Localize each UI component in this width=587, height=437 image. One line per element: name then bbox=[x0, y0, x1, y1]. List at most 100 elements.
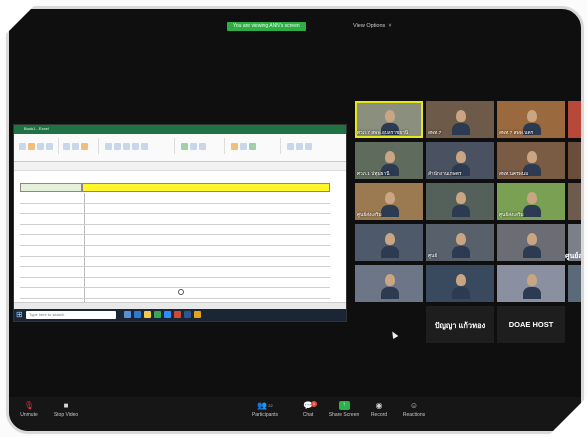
cell[interactable] bbox=[84, 225, 324, 235]
cell[interactable] bbox=[20, 245, 85, 256]
table-row[interactable] bbox=[20, 193, 330, 204]
video-tile[interactable] bbox=[426, 183, 494, 220]
cell[interactable] bbox=[20, 224, 85, 235]
cell[interactable] bbox=[84, 193, 324, 203]
video-tile[interactable]: ศวภ.7 สพพ.อุบลราชธานี bbox=[355, 101, 423, 138]
table-row[interactable] bbox=[20, 203, 330, 215]
cell[interactable] bbox=[20, 288, 85, 298]
video-tile[interactable]: ศวภ.1 ปทุมธานี bbox=[355, 142, 423, 179]
task-view-icon[interactable] bbox=[124, 311, 131, 318]
table-row[interactable] bbox=[20, 224, 330, 236]
cell[interactable] bbox=[20, 193, 85, 203]
app-icon[interactable] bbox=[194, 311, 201, 318]
cell[interactable] bbox=[20, 203, 85, 214]
table-row[interactable] bbox=[20, 214, 330, 225]
video-tile[interactable] bbox=[568, 183, 581, 220]
video-tile-no-video[interactable]: ปัญญา แก้วทอง bbox=[426, 306, 494, 343]
percent-icon[interactable] bbox=[190, 143, 197, 150]
shared-screen[interactable]: Book1 - Excel ⊞ Type here to search bbox=[13, 124, 347, 322]
cell[interactable] bbox=[84, 235, 324, 245]
number-format-icon[interactable] bbox=[181, 143, 188, 150]
record-button[interactable]: ◉ Record bbox=[367, 401, 391, 418]
cell[interactable] bbox=[84, 288, 324, 298]
sort-filter-icon[interactable] bbox=[296, 143, 303, 150]
video-tile[interactable]: ศูนย์ส่งเสริม bbox=[355, 183, 423, 220]
stop-video-button[interactable]: ■ Stop Video bbox=[49, 401, 83, 418]
video-tile[interactable] bbox=[568, 265, 581, 302]
cell[interactable] bbox=[20, 277, 85, 288]
cell[interactable] bbox=[20, 235, 85, 245]
autosum-icon[interactable] bbox=[287, 143, 294, 150]
font-color-icon[interactable] bbox=[81, 143, 88, 150]
format-painter-icon[interactable] bbox=[46, 143, 53, 150]
video-tile[interactable] bbox=[355, 224, 423, 261]
windows-start-icon[interactable]: ⊞ bbox=[16, 311, 24, 319]
cut-icon[interactable] bbox=[28, 143, 35, 150]
zoom-window: You are viewing ANN's screen View Option… bbox=[6, 6, 584, 434]
cell[interactable] bbox=[84, 278, 324, 288]
participant-body bbox=[381, 205, 399, 217]
align-center-icon[interactable] bbox=[114, 143, 121, 150]
align-right-icon[interactable] bbox=[123, 143, 130, 150]
unmute-button[interactable]: 🎙 Unmute bbox=[15, 401, 43, 418]
bold-icon[interactable] bbox=[63, 143, 70, 150]
reactions-button[interactable]: ☺ Reactions bbox=[399, 401, 429, 418]
cell[interactable] bbox=[20, 256, 85, 267]
participants-button[interactable]: 👥22 Participants bbox=[247, 401, 283, 418]
video-tile[interactable]: สำนักงานเกษตร bbox=[426, 142, 494, 179]
table-row[interactable] bbox=[20, 256, 330, 268]
video-tile[interactable] bbox=[355, 265, 423, 302]
cell[interactable] bbox=[84, 204, 324, 214]
cell[interactable] bbox=[84, 267, 324, 277]
cell[interactable] bbox=[84, 257, 324, 267]
cell[interactable] bbox=[20, 267, 85, 277]
merge-icon[interactable] bbox=[141, 143, 148, 150]
spreadsheet-grid[interactable] bbox=[14, 171, 346, 321]
video-tile[interactable]: ศูนย์ bbox=[426, 224, 494, 261]
table-row[interactable] bbox=[20, 245, 330, 257]
share-screen-button[interactable]: ↑ Share Screen bbox=[327, 401, 361, 418]
video-tile[interactable] bbox=[568, 101, 581, 138]
edge-icon[interactable] bbox=[134, 311, 141, 318]
video-tile[interactable] bbox=[426, 265, 494, 302]
video-tile[interactable] bbox=[568, 142, 581, 179]
copy-icon[interactable] bbox=[37, 143, 44, 150]
video-tile[interactable] bbox=[497, 265, 565, 302]
wrap-text-icon[interactable] bbox=[132, 143, 139, 150]
find-icon[interactable] bbox=[305, 143, 312, 150]
video-tile[interactable]: สพท.นครพนม bbox=[497, 142, 565, 179]
video-camera-icon: ■ bbox=[63, 401, 69, 410]
formula-bar[interactable] bbox=[14, 162, 346, 171]
video-tile[interactable]: สพท.7 สพพ.นคร bbox=[497, 101, 565, 138]
zoom-taskbar-icon[interactable] bbox=[164, 311, 171, 318]
word-icon[interactable] bbox=[184, 311, 191, 318]
table-row[interactable] bbox=[20, 288, 330, 299]
cell[interactable] bbox=[84, 214, 324, 224]
italic-icon[interactable] bbox=[72, 143, 79, 150]
taskbar-search-input[interactable]: Type here to search bbox=[26, 311, 116, 319]
header-cell-b[interactable] bbox=[82, 183, 330, 192]
cell[interactable] bbox=[20, 214, 85, 224]
conditional-format-icon[interactable] bbox=[231, 143, 238, 150]
video-tile[interactable]: สพท.7 bbox=[426, 101, 494, 138]
video-tile[interactable]: ศูนย์ส่งเสริม bbox=[497, 183, 565, 220]
table-format-icon[interactable] bbox=[240, 143, 247, 150]
header-cell-a[interactable] bbox=[20, 183, 82, 192]
video-tile-no-video[interactable]: DOAE HOST bbox=[497, 306, 565, 343]
table-row[interactable] bbox=[20, 277, 330, 289]
powerpoint-icon[interactable] bbox=[174, 311, 181, 318]
file-explorer-icon[interactable] bbox=[144, 311, 151, 318]
table-row[interactable] bbox=[20, 267, 330, 278]
align-left-icon[interactable] bbox=[105, 143, 112, 150]
excel-taskbar-icon[interactable] bbox=[154, 311, 161, 318]
cell-styles-icon[interactable] bbox=[249, 143, 256, 150]
table-row[interactable] bbox=[20, 235, 330, 246]
participant-body bbox=[452, 287, 470, 299]
view-options-button[interactable]: View Options ˅ bbox=[353, 21, 392, 31]
video-tile[interactable] bbox=[497, 224, 565, 261]
cell[interactable] bbox=[84, 246, 324, 256]
paste-icon[interactable] bbox=[19, 143, 26, 150]
excel-title: Book1 - Excel bbox=[24, 126, 49, 131]
comma-icon[interactable] bbox=[199, 143, 206, 150]
chat-button[interactable]: 💬 1 Chat bbox=[297, 401, 319, 418]
